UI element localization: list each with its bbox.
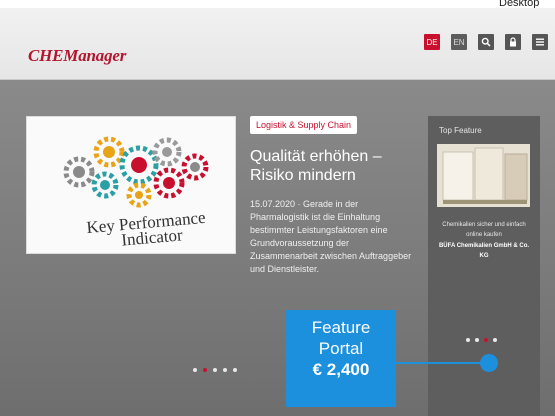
carousel-dots <box>193 368 237 372</box>
language-en-button[interactable]: EN <box>451 34 467 50</box>
slide-body: 15.07.2020 · Gerade in der Pharmalogisti… <box>250 199 412 274</box>
site-header: CHEManager DE EN <box>0 8 555 80</box>
top-feature-heading: Top Feature <box>439 126 482 135</box>
callout-connector-dot <box>480 354 498 372</box>
menu-icon[interactable] <box>532 34 548 50</box>
lock-icon[interactable] <box>505 34 521 50</box>
top-feature-image[interactable] <box>437 144 530 207</box>
hero-carousel: Key Performance Indicator Logistik & Sup… <box>0 80 555 416</box>
carousel-dot[interactable] <box>223 368 227 372</box>
carousel-dot-active[interactable] <box>203 368 207 372</box>
search-icon[interactable] <box>478 34 494 50</box>
category-badge[interactable]: Logistik & Supply Chain <box>250 116 358 134</box>
carousel-dot[interactable] <box>193 368 197 372</box>
feature-dot-active[interactable] <box>484 338 488 342</box>
callout-connector-line <box>396 362 488 364</box>
slide-title[interactable]: Qualität erhöhen – Risiko mindern <box>250 147 415 185</box>
feature-dot[interactable] <box>466 338 470 342</box>
callout-line1: Feature <box>311 318 371 337</box>
callout-price: € 2,400 <box>312 360 370 379</box>
carousel-dot[interactable] <box>213 368 217 372</box>
callout-line2: Portal <box>318 339 364 358</box>
site-logo[interactable]: CHEManager <box>28 46 126 66</box>
warehouse-boxes-illustration <box>437 144 530 207</box>
slide-image[interactable]: Key Performance Indicator <box>26 116 236 254</box>
top-feature-dots <box>466 338 497 342</box>
feature-dot[interactable] <box>493 338 497 342</box>
feature-dot[interactable] <box>475 338 479 342</box>
language-de-button[interactable]: DE <box>424 34 440 50</box>
top-feature-caption: Chemikalien sicher und einfach online ka… <box>442 222 526 238</box>
top-feature-company: BÜFA Chemikalien GmbH & Co. KG <box>438 243 530 259</box>
carousel-dot[interactable] <box>233 368 237 372</box>
feature-portal-callout: Feature Portal € 2,400 <box>286 310 396 407</box>
